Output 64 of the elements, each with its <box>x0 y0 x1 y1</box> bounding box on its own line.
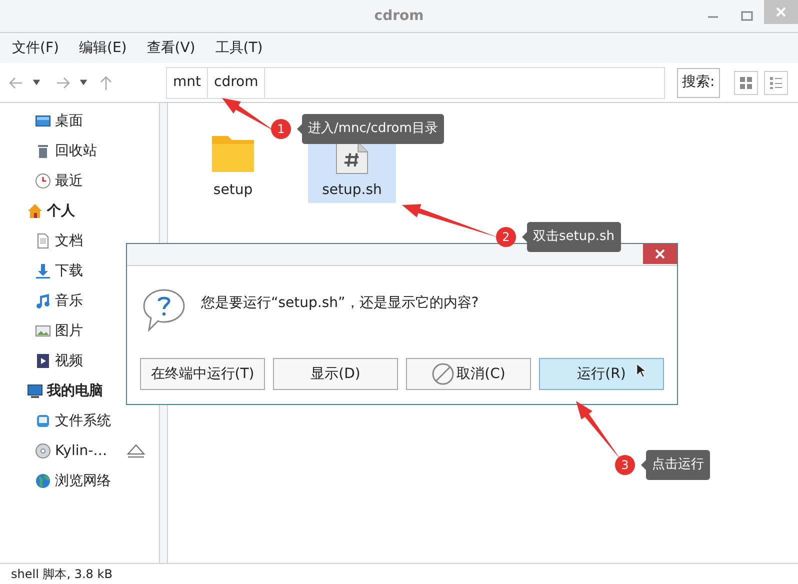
sidebar-item[interactable]: 下载 <box>55 260 83 282</box>
sidebar-item[interactable]: 浏览网络 <box>55 470 111 492</box>
prohibited-icon <box>432 363 454 385</box>
dialog-message: 您是要运行“setup.sh”，还是显示它的内容? <box>201 294 479 313</box>
music-note-icon <box>35 293 51 309</box>
back-arrow-icon[interactable] <box>8 74 24 90</box>
eject-icon[interactable] <box>127 444 145 458</box>
path-segment[interactable]: mnt <box>167 68 208 98</box>
sidebar-item[interactable]: Kylin-… <box>55 440 108 462</box>
menu-item[interactable]: 文件(F) <box>12 38 59 58</box>
sidebar-item[interactable]: 文件系统 <box>55 410 111 432</box>
sidebar-item[interactable]: 文档 <box>55 230 83 252</box>
maximize-icon <box>741 10 753 22</box>
sidebar-item[interactable]: 视频 <box>55 350 83 372</box>
status-text: shell 脚本, 3.8 kB <box>11 566 112 583</box>
sidebar-heading[interactable]: 我的电脑 <box>47 380 103 402</box>
file-name: setup <box>213 181 253 200</box>
drive-icon <box>35 413 51 429</box>
up-arrow-icon[interactable] <box>98 74 114 90</box>
house-icon <box>27 203 43 219</box>
list-icon <box>768 76 783 90</box>
close-icon <box>654 248 666 260</box>
sidebar-item[interactable]: 桌面 <box>55 110 83 132</box>
mouse-pointer-icon <box>636 363 646 378</box>
document-icon <box>35 233 51 249</box>
globe-icon <box>35 473 51 489</box>
file-item[interactable]: setup <box>197 115 269 203</box>
sidebar-item[interactable]: 图片 <box>55 320 83 342</box>
disc-icon <box>35 443 51 459</box>
list-view-button[interactable] <box>764 70 788 94</box>
dialog-button[interactable]: 取消(C) <box>406 358 531 390</box>
menu-item[interactable]: 查看(V) <box>146 38 196 58</box>
sidebar-item[interactable]: 音乐 <box>55 290 83 312</box>
image-icon <box>35 323 51 339</box>
sidebar-heading[interactable]: 个人 <box>47 200 75 222</box>
monitor-icon <box>35 113 51 129</box>
sidebar-item[interactable]: 回收站 <box>55 140 97 162</box>
search-label[interactable]: 搜索: <box>677 68 720 98</box>
clock-icon <box>35 173 51 189</box>
computer-icon <box>27 383 43 399</box>
dropdown-caret-icon[interactable] <box>79 78 88 87</box>
script-file-icon <box>336 142 368 174</box>
close-icon <box>775 6 787 18</box>
step-tooltip: 进入/mnc/cdrom目录 <box>302 114 444 144</box>
grid-icon <box>738 76 753 90</box>
menu-item[interactable]: 编辑(E) <box>78 38 127 58</box>
question-icon <box>141 288 187 332</box>
window-title: cdrom <box>374 6 424 26</box>
dialog-button[interactable]: 运行(R) <box>539 358 664 390</box>
dropdown-caret-icon[interactable] <box>32 78 41 87</box>
sidebar-item[interactable]: 最近 <box>55 170 83 192</box>
close-button[interactable] <box>643 244 677 264</box>
step-tooltip: 点击运行 <box>646 450 710 480</box>
trash-icon <box>35 143 51 159</box>
dialog-button[interactable]: 显示(D) <box>273 358 398 390</box>
forward-arrow-icon[interactable] <box>55 74 71 90</box>
step-tooltip: 双击setup.sh <box>527 222 621 252</box>
menu-item[interactable]: 工具(T) <box>215 38 263 58</box>
video-icon <box>35 353 51 369</box>
icon-view-button[interactable] <box>734 70 758 94</box>
dialog-button[interactable]: 在终端中运行(T) <box>140 358 265 390</box>
file-name: setup.sh <box>322 181 382 200</box>
download-icon <box>35 263 51 279</box>
path-segment[interactable]: cdrom <box>208 68 266 98</box>
